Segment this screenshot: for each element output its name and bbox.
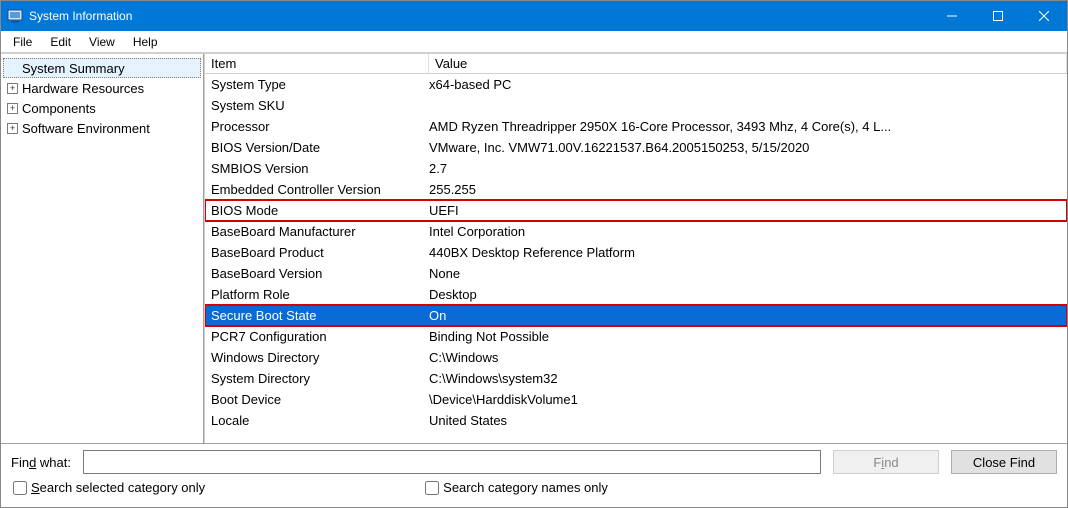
table-row[interactable]: Windows DirectoryC:\Windows [205, 347, 1067, 368]
table-row[interactable]: BaseBoard ManufacturerIntel Corporation [205, 221, 1067, 242]
cell-item: Boot Device [205, 392, 429, 407]
tree-node-software-environment[interactable]: + Software Environment [3, 118, 201, 138]
table-row[interactable]: Embedded Controller Version255.255 [205, 179, 1067, 200]
table-row[interactable]: ProcessorAMD Ryzen Threadripper 2950X 16… [205, 116, 1067, 137]
cell-item: SMBIOS Version [205, 161, 429, 176]
main-panel: Item Value System Typex64-based PCSystem… [204, 54, 1067, 443]
cell-value: On [429, 308, 1067, 323]
cell-value: \Device\HarddiskVolume1 [429, 392, 1067, 407]
system-information-window: System Information File Edit View Help S… [0, 0, 1068, 508]
find-row: Find what: Find Close Find [11, 450, 1057, 474]
table-row[interactable]: BIOS ModeUEFI [205, 200, 1067, 221]
cell-value: UEFI [429, 203, 1067, 218]
cell-value: United States [429, 413, 1067, 428]
cell-item: BaseBoard Product [205, 245, 429, 260]
tree-node-components[interactable]: + Components [3, 98, 201, 118]
tree-node-label: Hardware Resources [22, 81, 144, 96]
checkbox-input[interactable] [13, 481, 27, 495]
cell-item: BaseBoard Version [205, 266, 429, 281]
find-button[interactable]: Find [833, 450, 939, 474]
table-row[interactable]: System DirectoryC:\Windows\system32 [205, 368, 1067, 389]
cell-value: Desktop [429, 287, 1067, 302]
find-options: Search selected category only Search cat… [11, 480, 1057, 495]
tree-node-hardware-resources[interactable]: + Hardware Resources [3, 78, 201, 98]
cell-item: BIOS Version/Date [205, 140, 429, 155]
table-row[interactable]: SMBIOS Version2.7 [205, 158, 1067, 179]
expand-icon[interactable]: + [7, 123, 18, 134]
find-what-input[interactable] [83, 450, 821, 474]
cell-value: Binding Not Possible [429, 329, 1067, 344]
find-bar: Find what: Find Close Find Search select… [1, 443, 1067, 507]
checkbox-label: Search selected category only [31, 480, 205, 495]
grid-header: Item Value [205, 54, 1067, 74]
cell-item: Processor [205, 119, 429, 134]
details-grid[interactable]: Item Value System Typex64-based PCSystem… [205, 54, 1067, 443]
table-row[interactable]: System SKU [205, 95, 1067, 116]
cell-value: C:\Windows\system32 [429, 371, 1067, 386]
cell-item: Embedded Controller Version [205, 182, 429, 197]
tree-node-label: Software Environment [22, 121, 150, 136]
tree-node-label: System Summary [22, 61, 125, 76]
cell-item: PCR7 Configuration [205, 329, 429, 344]
cell-value: C:\Windows [429, 350, 1067, 365]
table-row[interactable]: Secure Boot StateOn [205, 305, 1067, 326]
expand-icon[interactable]: + [7, 83, 18, 94]
tree-node-label: Components [22, 101, 96, 116]
menu-help[interactable]: Help [125, 34, 166, 50]
menubar: File Edit View Help [1, 31, 1067, 53]
body: System Summary + Hardware Resources + Co… [1, 53, 1067, 443]
search-selected-category-only-checkbox[interactable]: Search selected category only [13, 480, 205, 495]
find-what-label: Find what: [11, 455, 71, 470]
column-header-item[interactable]: Item [205, 54, 429, 73]
app-icon [7, 8, 23, 24]
cell-value: 2.7 [429, 161, 1067, 176]
cell-value: Intel Corporation [429, 224, 1067, 239]
menu-view[interactable]: View [81, 34, 123, 50]
checkbox-input[interactable] [425, 481, 439, 495]
cell-item: Windows Directory [205, 350, 429, 365]
tree-node-system-summary[interactable]: System Summary [3, 58, 201, 78]
cell-item: Locale [205, 413, 429, 428]
column-header-value[interactable]: Value [429, 54, 1067, 73]
cell-value: 440BX Desktop Reference Platform [429, 245, 1067, 260]
titlebar: System Information [1, 1, 1067, 31]
window-controls [929, 1, 1067, 31]
cell-item: Secure Boot State [205, 308, 429, 323]
titlebar-left: System Information [7, 8, 132, 24]
maximize-button[interactable] [975, 1, 1021, 31]
cell-value: x64-based PC [429, 77, 1067, 92]
cell-value: VMware, Inc. VMW71.00V.16221537.B64.2005… [429, 140, 1067, 155]
navigation-tree[interactable]: System Summary + Hardware Resources + Co… [1, 54, 204, 443]
cell-item: System Directory [205, 371, 429, 386]
minimize-button[interactable] [929, 1, 975, 31]
table-row[interactable]: Boot Device\Device\HarddiskVolume1 [205, 389, 1067, 410]
cell-value: 255.255 [429, 182, 1067, 197]
cell-item: System SKU [205, 98, 429, 113]
table-row[interactable]: BaseBoard VersionNone [205, 263, 1067, 284]
table-row[interactable]: BIOS Version/DateVMware, Inc. VMW71.00V.… [205, 137, 1067, 158]
table-row[interactable]: LocaleUnited States [205, 410, 1067, 431]
close-find-button[interactable]: Close Find [951, 450, 1057, 474]
close-button[interactable] [1021, 1, 1067, 31]
cell-item: BaseBoard Manufacturer [205, 224, 429, 239]
search-category-names-only-checkbox[interactable]: Search category names only [425, 480, 608, 495]
table-row[interactable]: Platform RoleDesktop [205, 284, 1067, 305]
cell-value: None [429, 266, 1067, 281]
table-row[interactable]: BaseBoard Product440BX Desktop Reference… [205, 242, 1067, 263]
cell-item: Platform Role [205, 287, 429, 302]
cell-item: BIOS Mode [205, 203, 429, 218]
cell-value: AMD Ryzen Threadripper 2950X 16-Core Pro… [429, 119, 1067, 134]
expand-icon[interactable]: + [7, 103, 18, 114]
table-row[interactable]: PCR7 ConfigurationBinding Not Possible [205, 326, 1067, 347]
menu-file[interactable]: File [5, 34, 40, 50]
checkbox-label: Search category names only [443, 480, 608, 495]
menu-edit[interactable]: Edit [42, 34, 79, 50]
cell-item: System Type [205, 77, 429, 92]
window-title: System Information [29, 9, 132, 23]
table-row[interactable]: System Typex64-based PC [205, 74, 1067, 95]
